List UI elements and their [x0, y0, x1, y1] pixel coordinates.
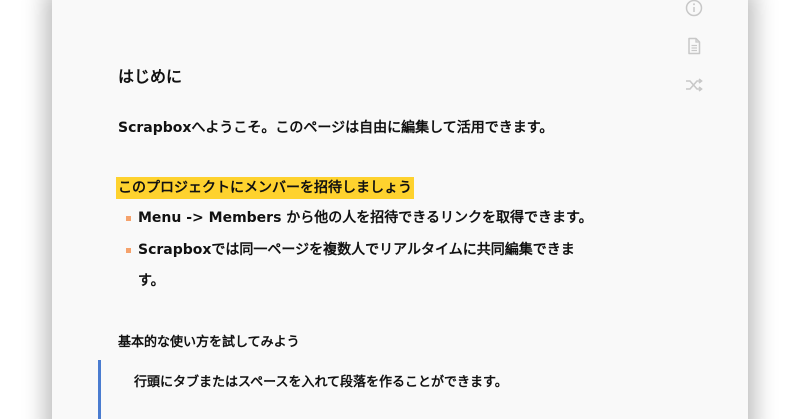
bullet-marker [126, 248, 131, 253]
intro-line[interactable]: Scrapboxへようこそ。このページは自由に編集して活用できます。 [118, 118, 553, 138]
shuffle-icon[interactable] [684, 75, 704, 95]
quote-bar [98, 360, 101, 419]
stage: はじめに Scrapboxへようこそ。このページは自由に編集して活用できます。 … [0, 0, 800, 419]
page-title[interactable]: はじめに [118, 66, 182, 88]
section-subheading[interactable]: 基本的な使い方を試してみよう [118, 333, 300, 353]
info-icon[interactable] [684, 0, 704, 18]
list-item-text: Scrapboxでは同一ページを複数人でリアルタイムに共同編集できま [138, 242, 575, 258]
list-item-text-continuation[interactable]: す。 [138, 271, 165, 291]
document-icon[interactable] [684, 36, 704, 56]
list-item-text: Menu -> Members から他の人を招待できるリンクを取得できます。 [138, 210, 593, 226]
quote-text[interactable]: 行頭にタブまたはスペースを入れて段落を作ることができます。 [134, 373, 508, 393]
highlighted-heading[interactable]: このプロジェクトにメンバーを招待しましょう [116, 177, 414, 199]
bullet-marker [126, 216, 131, 221]
